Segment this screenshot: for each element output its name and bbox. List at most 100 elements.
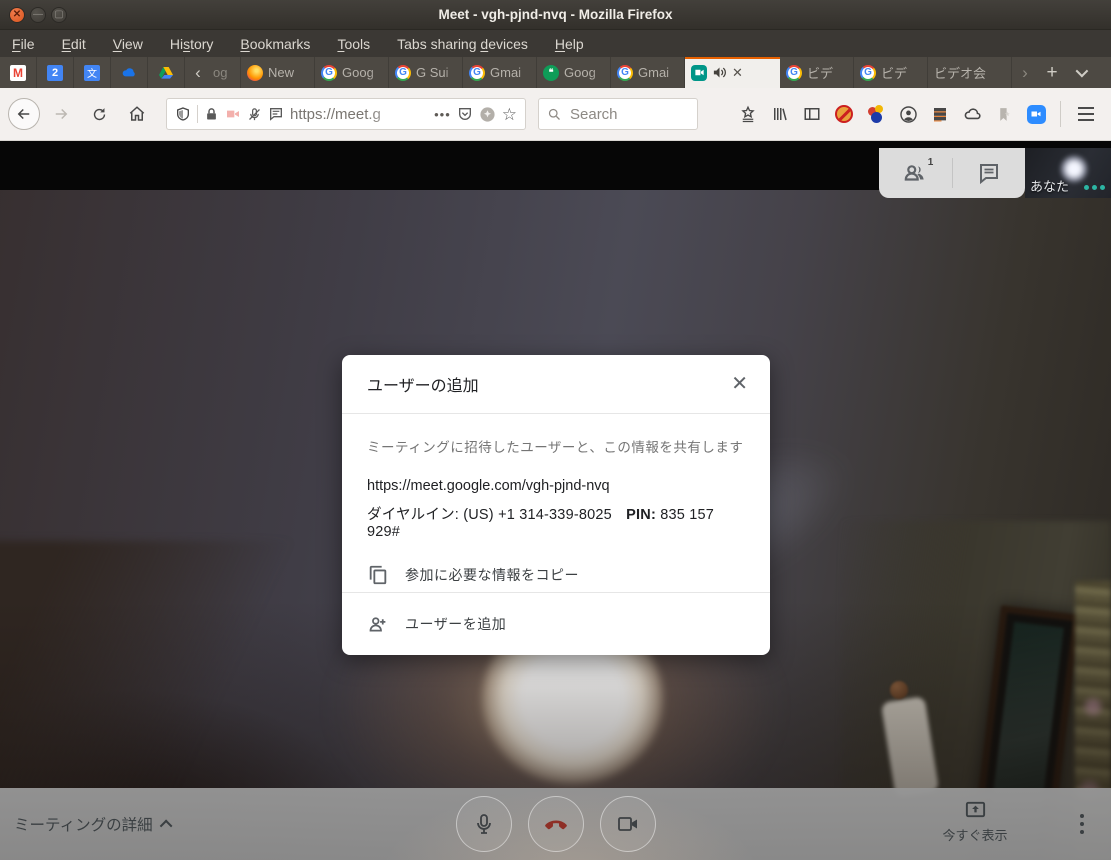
- tab-video-3[interactable]: ビデオ会: [928, 57, 1012, 88]
- self-view-thumbnail[interactable]: あなた: [1025, 148, 1111, 198]
- chevron-up-icon: [159, 819, 172, 832]
- tracking-protection-shield-icon[interactable]: [175, 106, 191, 122]
- spheres-icon: [867, 105, 885, 123]
- reload-icon: [91, 106, 108, 123]
- menu-item-tabs-sharing-devices[interactable]: Tabs sharing devices: [397, 36, 528, 52]
- tab-video-1[interactable]: ビデ: [780, 57, 854, 88]
- library-icon: [771, 105, 789, 123]
- pinned-tab-onedrive[interactable]: [111, 57, 148, 88]
- google-icon: [321, 65, 337, 81]
- pinned-tab-gmail[interactable]: M: [0, 57, 37, 88]
- tab-new[interactable]: New: [241, 57, 315, 88]
- url-bar[interactable]: https://meet.g ••• ☆: [166, 98, 526, 130]
- menu-button[interactable]: [1069, 97, 1103, 131]
- add-user-label: ユーザーを追加: [405, 614, 506, 634]
- tab-gmail-2[interactable]: Gmai: [611, 57, 685, 88]
- back-button[interactable]: [8, 98, 40, 130]
- page-actions-icon[interactable]: •••: [434, 107, 451, 122]
- share-info-message: ミーティングに招待したユーザーと、この情報を共有します: [367, 436, 745, 456]
- leave-call-button[interactable]: [528, 796, 584, 852]
- blocked-icon: [835, 105, 853, 123]
- pinned-tab-calendar[interactable]: 2: [37, 57, 74, 88]
- gmail-icon: M: [10, 65, 26, 81]
- microphone-button[interactable]: [456, 796, 512, 852]
- account-button[interactable]: [892, 97, 924, 131]
- meeting-details-button[interactable]: ミーティングの詳細: [14, 788, 172, 860]
- firefox-icon: [247, 65, 263, 81]
- dialog-title: ユーザーの追加: [367, 372, 731, 396]
- search-input[interactable]: [568, 105, 668, 124]
- save-to-toolbar-button[interactable]: [732, 97, 764, 131]
- tab-audio-playing-icon[interactable]: [712, 65, 727, 80]
- tab-gsuite[interactable]: G Sui: [389, 57, 463, 88]
- search-bar[interactable]: [538, 98, 698, 130]
- meeting-link: https://meet.google.com/vgh-pjnd-nvq: [367, 478, 745, 494]
- present-now-button[interactable]: 今すぐ表示: [930, 798, 1020, 844]
- camera-in-use-icon[interactable]: [225, 106, 241, 122]
- chat-icon: [977, 161, 1001, 185]
- maximize-window-button[interactable]: ▢: [51, 7, 67, 23]
- url-text[interactable]: https://meet.g: [290, 106, 428, 123]
- zoom-extension-button[interactable]: [1020, 97, 1052, 131]
- tab-gmail-1[interactable]: Gmai: [463, 57, 537, 88]
- close-tab-icon[interactable]: ✕: [732, 65, 743, 81]
- clipped-tab[interactable]: og: [211, 57, 241, 88]
- add-user-button[interactable]: ユーザーを追加: [342, 592, 770, 655]
- new-tab-button[interactable]: +: [1038, 57, 1066, 88]
- bookmark-star-icon[interactable]: ☆: [502, 106, 517, 123]
- menu-item-view[interactable]: View: [113, 36, 143, 52]
- scroll-tabs-left-button[interactable]: ‹: [185, 57, 211, 88]
- pinned-tab-translate[interactable]: 文: [74, 57, 111, 88]
- server-stack-extension-button[interactable]: [924, 97, 956, 131]
- tab-bar: M 2 文 ‹ og New Goog G Sui Gmai ❝Goog Gma…: [0, 57, 1111, 88]
- menu-item-bookmarks[interactable]: Bookmarks: [240, 36, 310, 52]
- lock-icon[interactable]: [204, 107, 219, 122]
- participants-count-badge: 1: [928, 157, 934, 168]
- dialog-close-button[interactable]: ✕: [731, 374, 748, 394]
- people-icon: [902, 160, 928, 186]
- menu-item-help[interactable]: Help: [555, 36, 584, 52]
- back-arrow-icon: [15, 105, 33, 123]
- content-blocker-extension-button[interactable]: [828, 97, 860, 131]
- chat-button[interactable]: [969, 153, 1009, 193]
- bookmark-flag-extension-button[interactable]: [988, 97, 1020, 131]
- copy-joining-info-button[interactable]: 参加に必要な情報をコピー: [367, 564, 745, 586]
- camera-button[interactable]: [600, 796, 656, 852]
- close-window-button[interactable]: ✕: [9, 7, 25, 23]
- forward-arrow-icon: [52, 105, 70, 123]
- tab-meet-active[interactable]: ✕: [685, 57, 780, 88]
- meet-top-panel: 1: [879, 148, 1025, 198]
- hangup-icon: [542, 810, 570, 838]
- reload-button[interactable]: [82, 97, 116, 131]
- library-button[interactable]: [764, 97, 796, 131]
- menu-item-tools[interactable]: Tools: [337, 36, 370, 52]
- tab-google-1[interactable]: Goog: [315, 57, 389, 88]
- menu-item-edit[interactable]: Edit: [62, 36, 86, 52]
- audio-level-indicator: [1084, 185, 1105, 190]
- pocket-icon[interactable]: [457, 106, 473, 122]
- pinned-tab-drive[interactable]: [148, 57, 185, 88]
- scroll-tabs-right-button[interactable]: ›: [1012, 57, 1038, 88]
- tab-hangouts[interactable]: ❝Goog: [537, 57, 611, 88]
- translate-icon: 文: [84, 65, 100, 81]
- window-title: Meet - vgh-pjnd-nvq - Mozilla Firefox: [0, 7, 1111, 22]
- menu-item-file[interactable]: File: [12, 36, 35, 52]
- meet-page: 1 あなた ミーティングの詳細: [0, 141, 1111, 860]
- tab-video-2[interactable]: ビデ: [854, 57, 928, 88]
- forward-button[interactable]: [44, 97, 78, 131]
- microphone-blocked-icon[interactable]: [247, 107, 262, 122]
- menu-item-history[interactable]: History: [170, 36, 214, 52]
- colored-balls-extension-button[interactable]: [860, 97, 892, 131]
- participants-button[interactable]: 1: [895, 153, 935, 193]
- cloud-extension-button[interactable]: [956, 97, 988, 131]
- menu-bar: File Edit View History Bookmarks Tools T…: [0, 30, 1111, 57]
- more-options-button[interactable]: [1068, 788, 1096, 860]
- list-all-tabs-button[interactable]: [1066, 57, 1094, 88]
- hangouts-icon: ❝: [543, 65, 559, 81]
- extension-page-action-icon[interactable]: [479, 106, 496, 123]
- notification-bubble-icon[interactable]: [268, 106, 284, 122]
- extension-toolbar: [732, 97, 1052, 131]
- minimize-window-button[interactable]: —: [30, 7, 46, 23]
- sidebar-toggle-button[interactable]: [796, 97, 828, 131]
- home-button[interactable]: [120, 97, 154, 131]
